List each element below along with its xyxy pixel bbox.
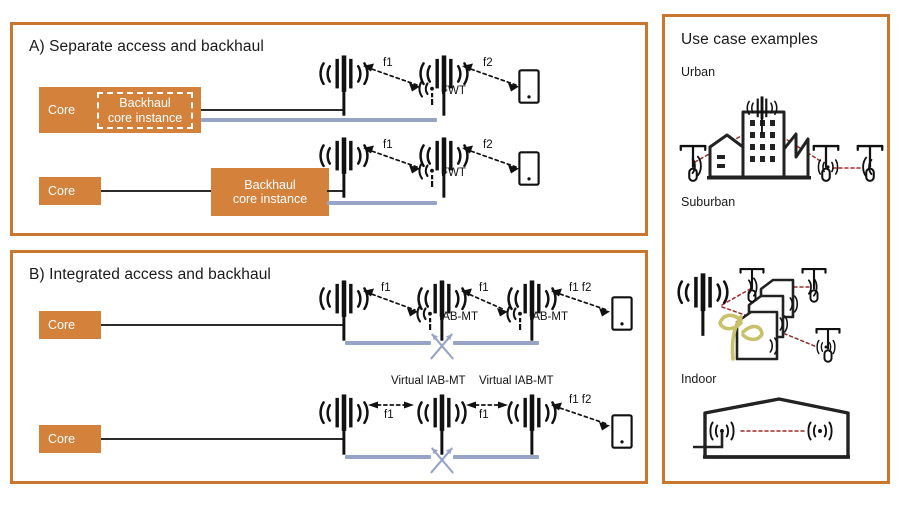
link-arrows-b2 xyxy=(368,401,610,431)
indoor-access-point-icon-left xyxy=(705,419,739,443)
panel-separate-access-backhaul: A) Separate access and backhaul Core Bac… xyxy=(10,22,648,236)
link-label-f1f2-b2: f1 f2 xyxy=(569,394,592,406)
indoor-access-point-icon-right xyxy=(803,419,837,443)
indoor-scene xyxy=(693,397,850,459)
link-label-f1-b2-b: f1 xyxy=(479,409,489,421)
link-label-f1-b2-a: f1 xyxy=(384,409,394,421)
panel-use-case-examples: Use case examples Urban Suburban Indoor xyxy=(662,14,890,484)
panel-integrated-access-backhaul: B) Integrated access and backhaul Core I… xyxy=(10,250,648,484)
link-label-f2-a2: f2 xyxy=(483,139,493,151)
link-label-f1-a2: f1 xyxy=(383,139,393,151)
link-arrows-a2 xyxy=(363,145,519,174)
